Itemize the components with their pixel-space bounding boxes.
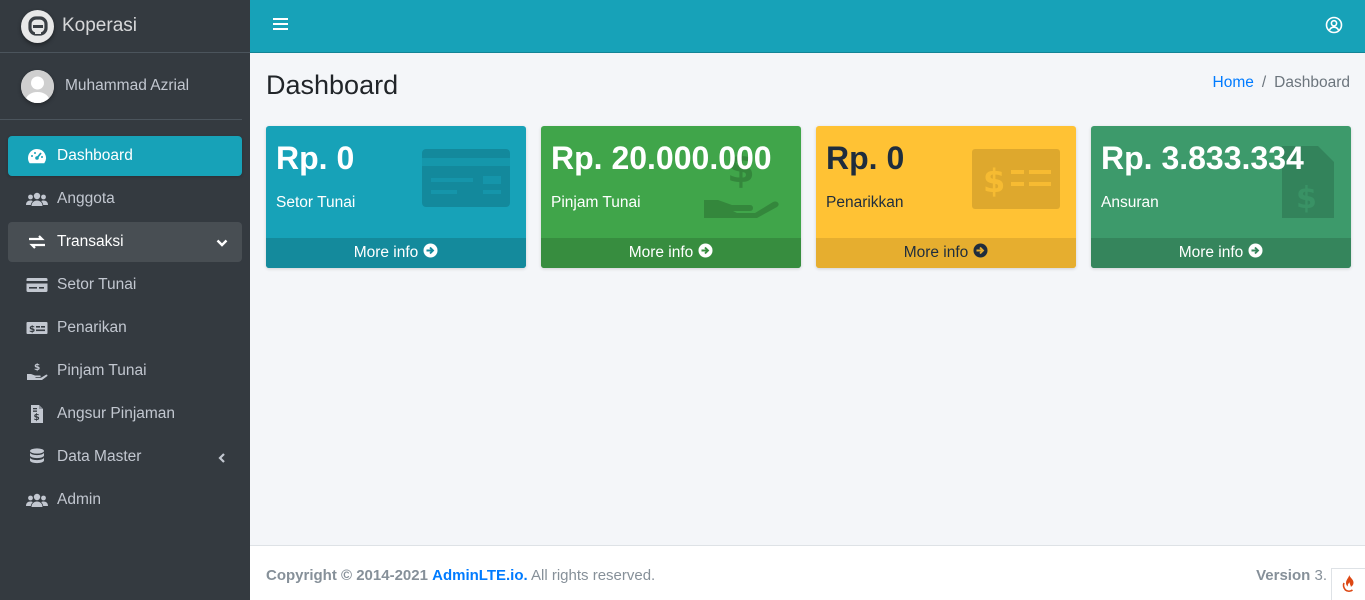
footer-version: Version 3. <box>1256 567 1327 584</box>
sidebar-item-angsur-pinjaman[interactable]: $ Angsur Pinjaman <box>8 394 242 434</box>
database-icon <box>26 448 48 466</box>
more-info-link[interactable]: More info <box>266 238 526 268</box>
menu-toggle-icon[interactable] <box>273 17 289 36</box>
small-box-penarikan: Rp. 0 Penarikkan $ More info <box>816 126 1076 268</box>
flame-icon <box>1341 573 1357 597</box>
sidebar-item-penarikan[interactable]: $ Penarikan <box>8 308 242 348</box>
user-name: Muhammad Azrial <box>65 77 190 94</box>
sidebar-item-setor-tunai[interactable]: Setor Tunai <box>8 265 242 305</box>
exchange-icon <box>26 233 48 251</box>
top-navbar <box>250 0 1365 53</box>
breadcrumb-home-link[interactable]: Home <box>1213 74 1254 92</box>
version-label: Version <box>1256 567 1311 584</box>
sidebar-item-dashboard[interactable]: Dashboard <box>8 136 242 176</box>
page-title: Dashboard <box>266 70 399 100</box>
avatar <box>21 69 54 103</box>
sidebar-item-transaksi[interactable]: Transaksi <box>8 222 242 262</box>
arrow-circle-right-icon <box>1248 243 1263 263</box>
users-icon <box>26 491 48 509</box>
small-box-pinjam-tunai: Rp. 20.000.000 Pinjam Tunai $ More info <box>541 126 801 268</box>
arrow-circle-right-icon <box>973 243 988 263</box>
sidebar-item-pinjam-tunai[interactable]: $ Pinjam Tunai <box>8 351 242 391</box>
more-info-link[interactable]: More info <box>541 238 801 268</box>
sidebar-item-label: Admin <box>57 491 101 508</box>
arrow-circle-right-icon <box>423 243 438 263</box>
content-wrapper: Dashboard Home / Dashboard Rp. 0 Setor T… <box>250 53 1365 545</box>
users-icon <box>26 190 48 208</box>
sidebar-item-label: Penarikan <box>57 319 127 336</box>
tachometer-icon <box>26 147 48 165</box>
footer-copyright: Copyright © 2014-2021 AdminLTE.io. All r… <box>266 567 655 584</box>
more-info-label: More info <box>903 244 969 261</box>
breadcrumb: Home / Dashboard <box>1213 74 1351 92</box>
box-label: Penarikkan <box>826 194 904 211</box>
chevron-down-icon <box>216 235 228 253</box>
small-boxes-row: Rp. 0 Setor Tunai More info Rp. 20.000.0… <box>266 126 1351 268</box>
box-amount: Rp. 0 <box>276 140 355 176</box>
sidebar-item-label: Data Master <box>57 448 142 465</box>
main-footer: Copyright © 2014-2021 AdminLTE.io. All r… <box>250 545 1365 600</box>
sidebar-item-label: Pinjam Tunai <box>57 362 147 379</box>
breadcrumb-current: Dashboard <box>1274 74 1350 91</box>
sidebar-item-label: Setor Tunai <box>57 276 137 293</box>
brand-link[interactable]: Koperasi <box>0 0 250 53</box>
box-amount: Rp. 0 <box>826 140 905 176</box>
box-amount: Rp. 20.000.000 <box>551 140 772 176</box>
svg-text:$: $ <box>34 413 40 423</box>
money-check-icon: $ <box>26 319 48 337</box>
box-amount: Rp. 3.833.334 <box>1101 140 1304 176</box>
small-box-ansuran: Rp. 3.833.334 Ansuran $ More info <box>1091 126 1351 268</box>
file-invoice-dollar-icon: $ <box>26 405 48 423</box>
credit-card-icon <box>26 276 48 294</box>
brand-logo <box>21 9 54 43</box>
svg-text:$: $ <box>34 363 40 373</box>
arrow-circle-right-icon <box>698 243 713 263</box>
sidebar-item-data-master[interactable]: Data Master <box>8 437 242 477</box>
debug-toolbar-button[interactable] <box>1331 568 1365 600</box>
user-panel[interactable]: Muhammad Azrial <box>0 53 242 120</box>
box-label: Pinjam Tunai <box>551 194 641 211</box>
version-value: 3. <box>1314 567 1327 584</box>
sidebar-item-admin[interactable]: Admin <box>8 480 242 520</box>
sidebar: Koperasi Muhammad Azrial Dashboard Anggo… <box>0 0 250 600</box>
more-info-link[interactable]: More info <box>816 238 1076 268</box>
adminlte-link[interactable]: AdminLTE.io. <box>432 567 528 584</box>
sidebar-item-label: Transaksi <box>57 233 124 250</box>
small-box-setor-tunai: Rp. 0 Setor Tunai More info <box>266 126 526 268</box>
sidebar-nav: Dashboard Anggota Transaksi Setor Tunai <box>0 120 250 520</box>
sidebar-item-label: Angsur Pinjaman <box>57 405 176 422</box>
more-info-label: More info <box>1178 244 1244 261</box>
box-label: Ansuran <box>1101 194 1159 211</box>
sidebar-item-label: Dashboard <box>57 147 133 164</box>
breadcrumb-separator: / <box>1261 74 1267 91</box>
sidebar-item-anggota[interactable]: Anggota <box>8 179 242 219</box>
more-info-label: More info <box>353 244 419 261</box>
user-circle-icon[interactable] <box>1325 16 1343 39</box>
brand-name: Koperasi <box>62 15 137 36</box>
copyright-text: Copyright © 2014-2021 <box>266 567 428 584</box>
rights-text: All rights reserved. <box>531 567 656 584</box>
more-info-link[interactable]: More info <box>1091 238 1351 268</box>
box-label: Setor Tunai <box>276 194 356 211</box>
svg-text:$: $ <box>29 325 35 335</box>
sidebar-item-label: Anggota <box>57 190 115 207</box>
chevron-left-icon <box>216 450 228 468</box>
more-info-label: More info <box>628 244 694 261</box>
hand-holding-usd-icon: $ <box>26 362 48 380</box>
